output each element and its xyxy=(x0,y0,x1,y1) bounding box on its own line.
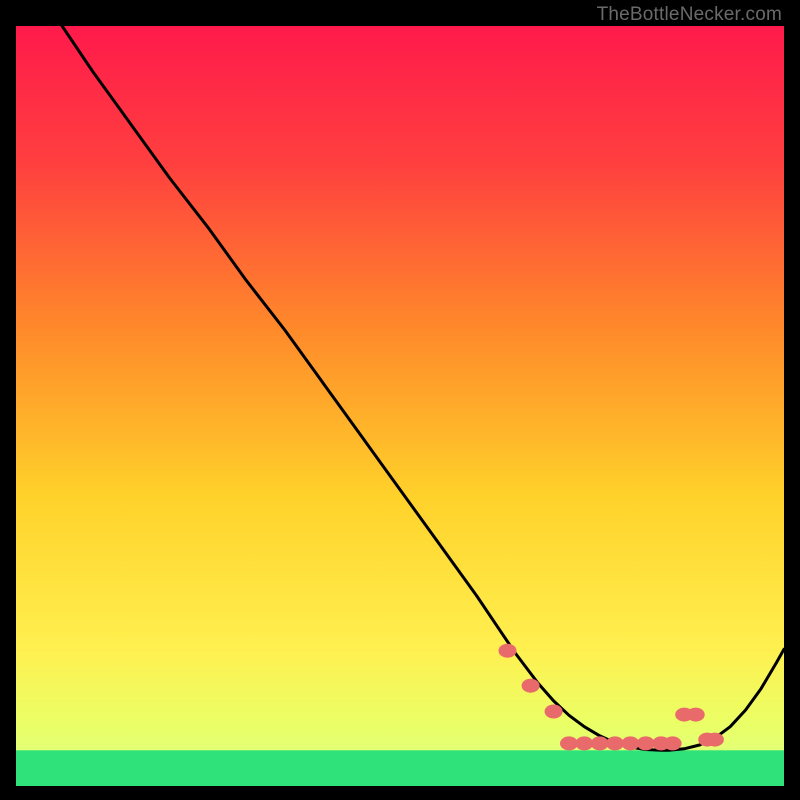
gradient-background xyxy=(16,26,784,786)
highlight-dot xyxy=(706,733,724,747)
highlight-dot xyxy=(545,705,563,719)
bottleneck-chart xyxy=(16,26,784,786)
highlight-dot xyxy=(522,679,540,693)
highlight-dot xyxy=(575,736,593,750)
green-band xyxy=(16,750,784,786)
highlight-dot xyxy=(499,644,517,658)
chart-frame xyxy=(16,26,784,786)
highlight-dot xyxy=(664,736,682,750)
highlight-dot xyxy=(606,736,624,750)
highlight-dot xyxy=(621,736,639,750)
highlight-dot xyxy=(687,708,705,722)
watermark-text: TheBottleNecker.com xyxy=(597,4,782,26)
